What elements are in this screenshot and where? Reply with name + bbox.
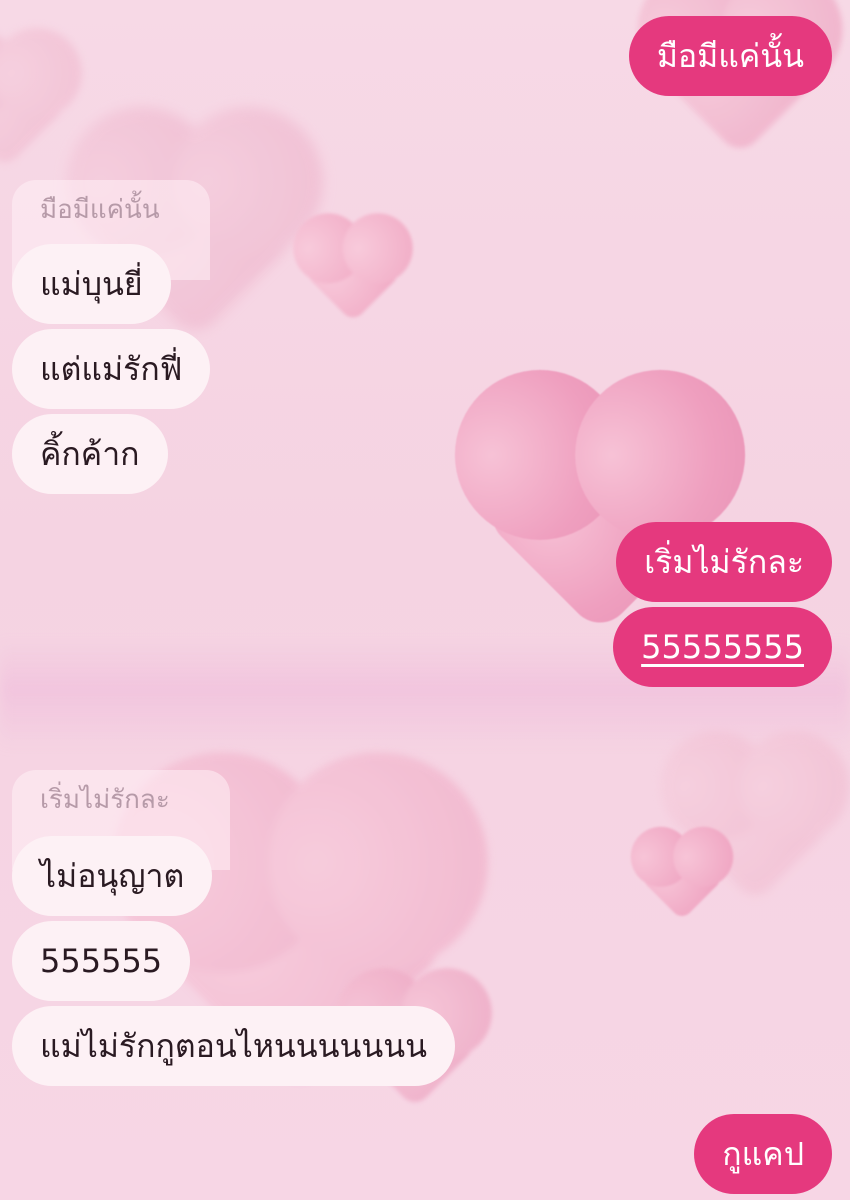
heart-decoration (0, 41, 69, 169)
incoming-message-bubble[interactable]: แต่แม่รักฟี่ (12, 329, 211, 409)
incoming-message-bubble[interactable]: แม่บุนยี่ (12, 244, 171, 324)
incoming-message-bubble[interactable]: คิ้กค้าก (12, 414, 168, 494)
outgoing-message-bubble[interactable]: เริ่มไม่รักละ (616, 522, 832, 602)
incoming-message-bubble[interactable]: แม่ไม่รักกูตอนไหนนนนนนน (12, 1006, 456, 1086)
heart-decoration (303, 223, 403, 323)
incoming-message-bubble[interactable]: 555555 (12, 921, 191, 1001)
incoming-message-bubble[interactable]: ไม่อนุญาต (12, 836, 213, 916)
outgoing-message-bubble[interactable]: 55555555 (613, 607, 832, 687)
outgoing-message-bubble[interactable]: มือมีแค่นั้น (628, 16, 832, 96)
outgoing-message-bubble[interactable]: กูแคป (694, 1114, 832, 1194)
heart-decoration (639, 835, 725, 921)
